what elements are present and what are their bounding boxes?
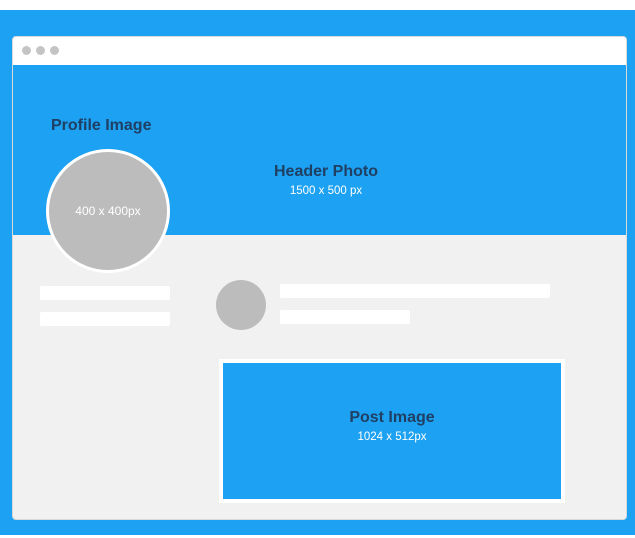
post-image-size: 1024 x 512px — [357, 431, 427, 443]
browser-window: Header Photo 1500 x 500 px Profile Image… — [12, 36, 627, 520]
text-line-placeholder — [280, 310, 410, 324]
window-dot-icon — [36, 46, 45, 55]
avatar — [216, 280, 266, 330]
window-titlebar — [13, 37, 626, 66]
header-photo-size: 1500 x 500 px — [289, 185, 363, 197]
profile-image-label: Profile Image — [51, 117, 152, 134]
text-line-placeholder — [40, 312, 170, 326]
text-line-placeholder — [280, 284, 550, 298]
post-image-title: Post Image — [349, 409, 435, 426]
window-dot-icon — [22, 46, 31, 55]
header-photo-title: Header Photo — [273, 163, 378, 180]
text-line-placeholder — [40, 286, 170, 300]
window-dot-icon — [50, 46, 59, 55]
profile-image-placeholder: 400 x 400px — [46, 149, 170, 273]
post-image-placeholder: Post Image 1024 x 512px — [219, 359, 565, 503]
profile-image-size: 400 x 400px — [75, 204, 141, 218]
